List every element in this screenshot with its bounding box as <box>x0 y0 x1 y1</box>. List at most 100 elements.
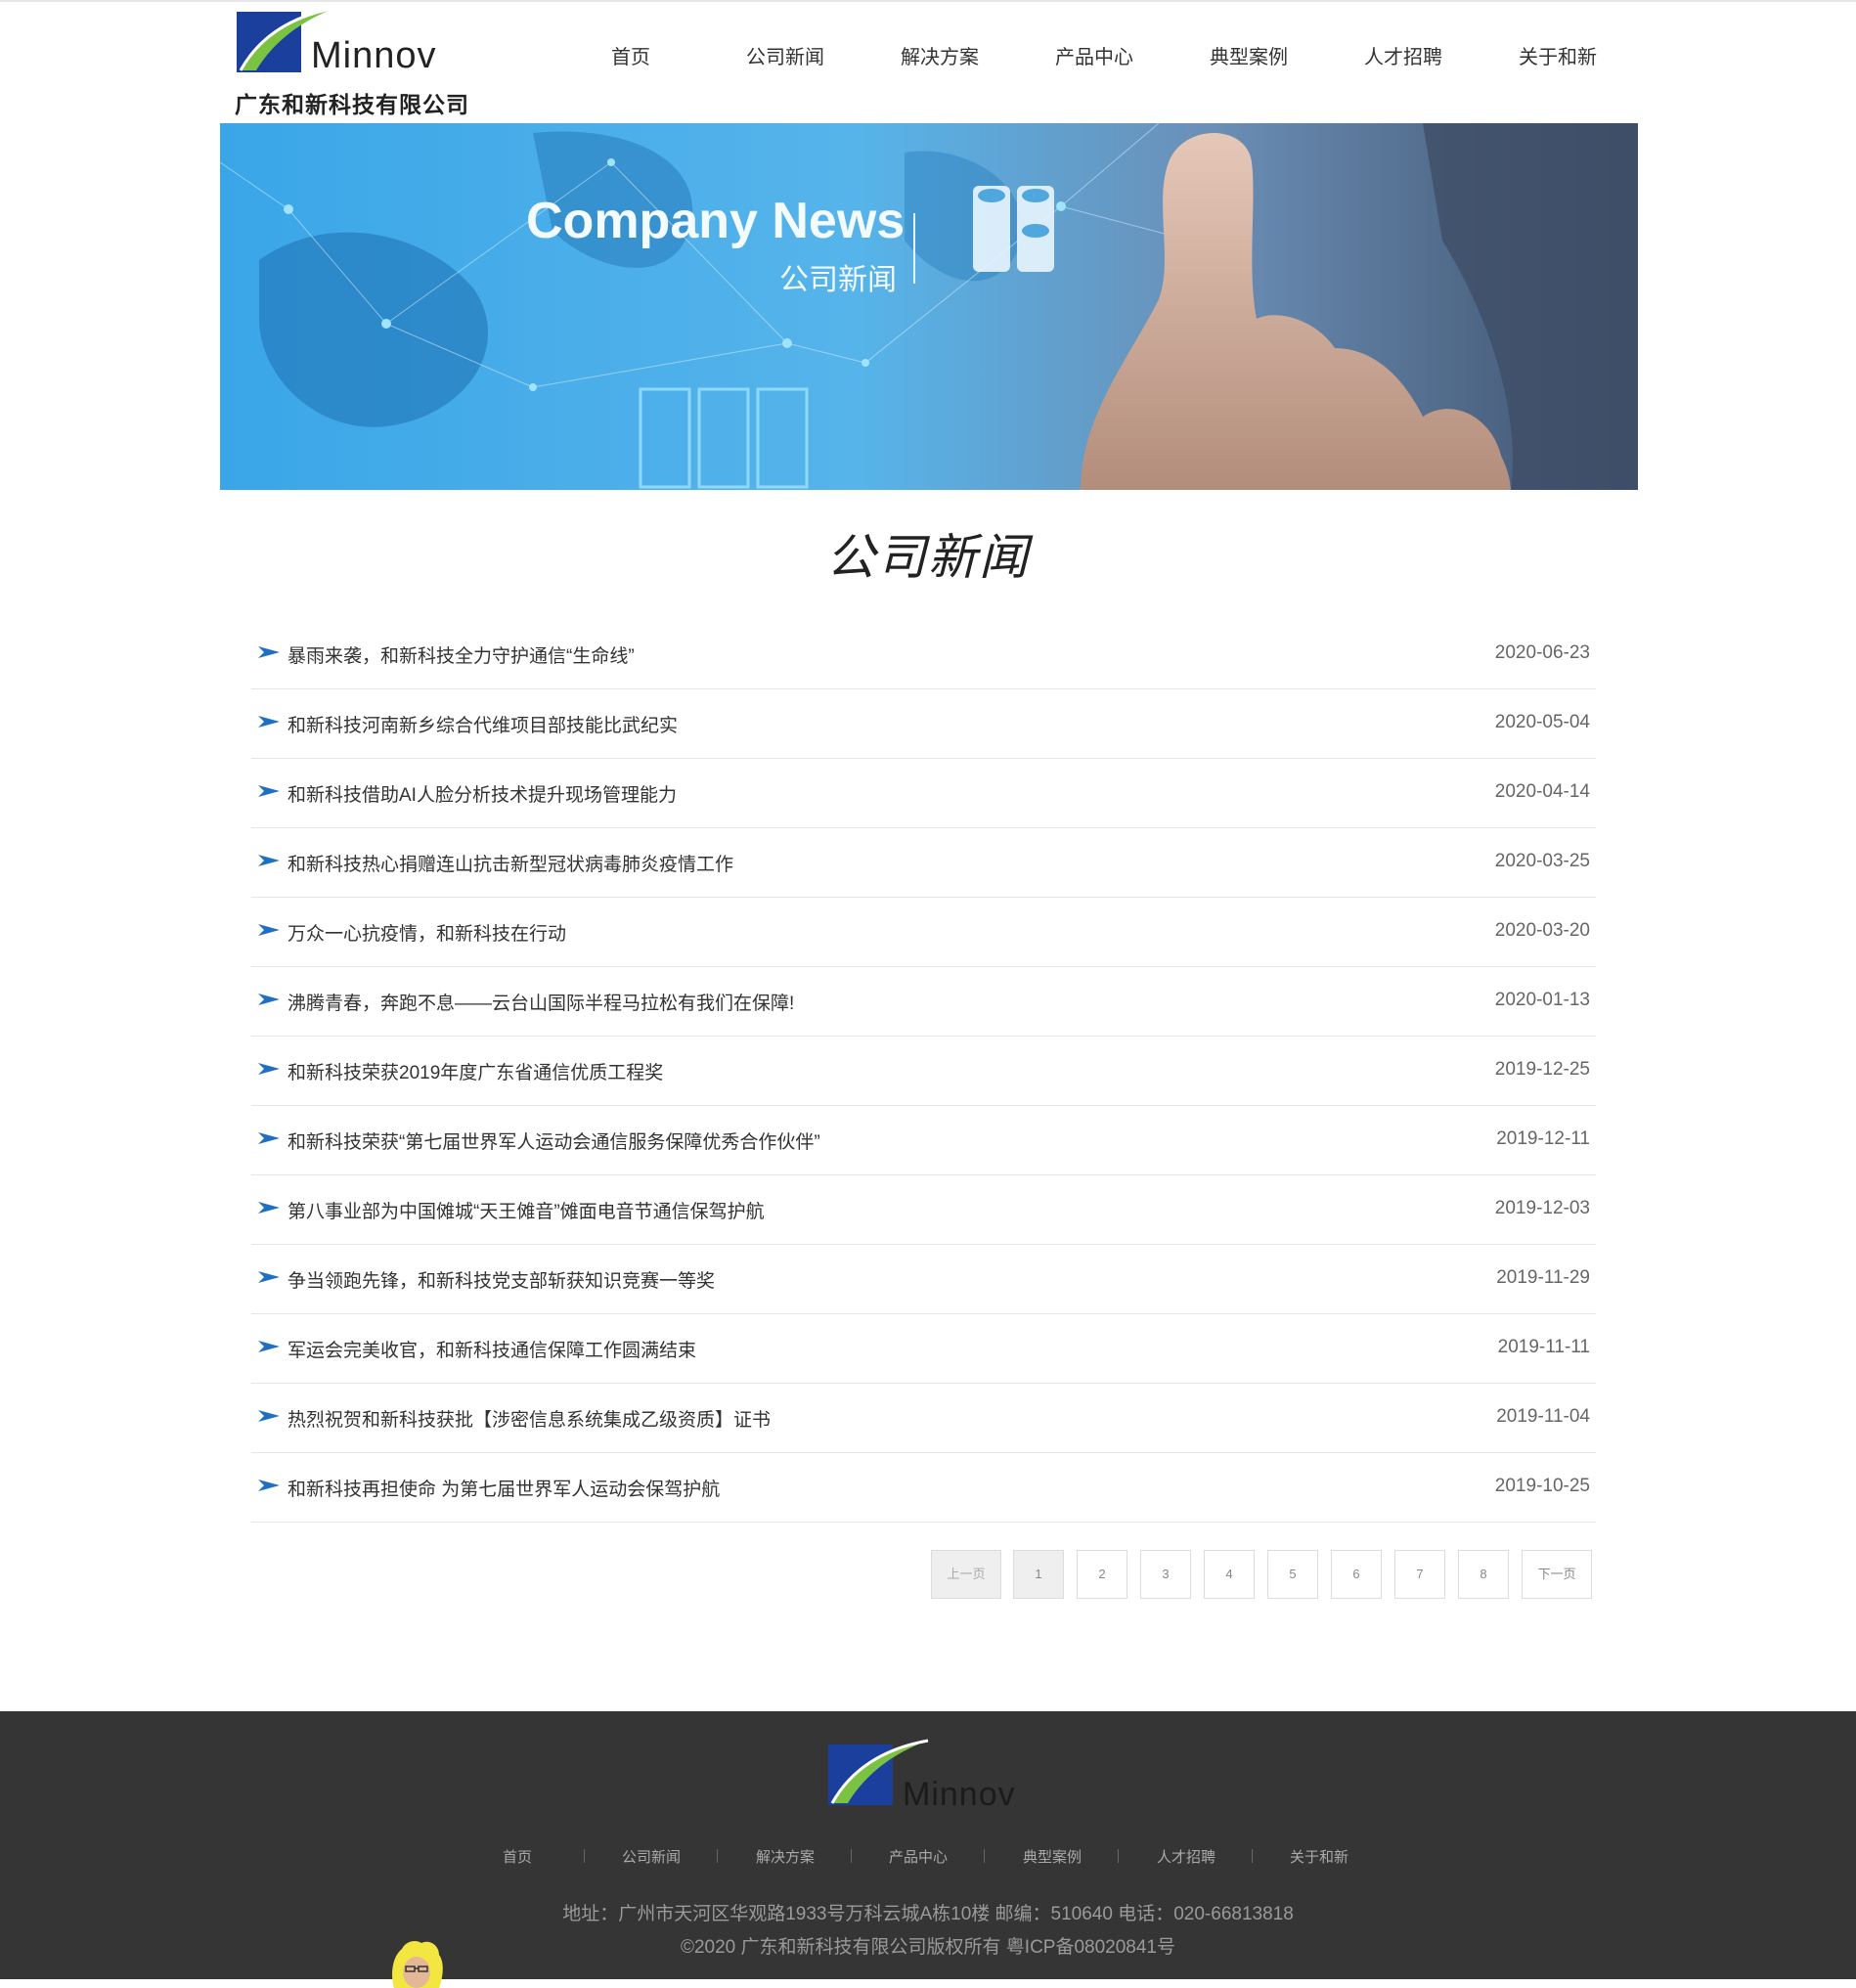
news-date: 2019-12-25 <box>1494 1059 1590 1080</box>
news-title[interactable]: 争当领跑先锋，和新科技党支部斩获知识竞赛一等奖 <box>287 1266 715 1293</box>
news-row[interactable]: 热烈祝贺和新科技获批【涉密信息系统集成乙级资质】证书 2019-11-04 <box>251 1384 1596 1453</box>
footer-logo[interactable]: Minnov <box>826 1739 1022 1813</box>
prev-page-button[interactable]: 上一页 <box>931 1550 1001 1599</box>
news-row[interactable]: 和新科技河南新乡综合代维项目部技能比武纪实 2020-05-04 <box>251 689 1596 759</box>
news-row[interactable]: 第八事业部为中国傩城“天王傩音”傩面电音节通信保驾护航 2019-12-03 <box>251 1175 1596 1245</box>
news-row[interactable]: 沸腾青春，奔跑不息——云台山国际半程马拉松有我们在保障! 2020-01-13 <box>251 967 1596 1037</box>
news-row[interactable]: 和新科技借助AI人脸分析技术提升现场管理能力 2020-04-14 <box>251 759 1596 828</box>
top-border <box>0 0 1856 2</box>
news-title[interactable]: 第八事业部为中国傩城“天王傩音”傩面电音节通信保驾护航 <box>287 1197 765 1223</box>
arrow-bullet-icon <box>258 716 280 728</box>
arrow-bullet-icon <box>258 1063 280 1075</box>
news-date: 2020-03-25 <box>1494 851 1590 871</box>
news-title[interactable]: 沸腾青春，奔跑不息——云台山国际半程马拉松有我们在保障! <box>287 989 794 1015</box>
news-row[interactable]: 军运会完美收官，和新科技通信保障工作圆满结束 2019-11-11 <box>251 1314 1596 1384</box>
footer-nav-divider <box>851 1849 852 1863</box>
site-logo[interactable]: Minnov 广东和新科技有限公司 <box>235 6 479 117</box>
news-date: 2020-03-20 <box>1494 920 1590 941</box>
footer-nav-divider <box>1252 1849 1253 1863</box>
logo-wordmark: Minnov <box>311 35 437 76</box>
footer-nav-divider <box>984 1849 985 1863</box>
main-nav: 首页 公司新闻 解决方案 产品中心 典型案例 人才招聘 关于和新 <box>572 41 1604 80</box>
news-row[interactable]: 和新科技荣获2019年度广东省通信优质工程奖 2019-12-25 <box>251 1037 1596 1106</box>
footer-nav-divider <box>717 1849 718 1863</box>
news-date: 2020-01-13 <box>1494 990 1590 1010</box>
footer-nav-careers[interactable]: 人才招聘 <box>1157 1846 1215 1867</box>
footer-copyright: ©2020 广东和新科技有限公司版权所有 粤ICP备08020841号 <box>680 1937 1176 1958</box>
news-row[interactable]: 和新科技荣获“第七届世界军人运动会通信服务保障优秀合作伙伴” 2019-12-11 <box>251 1106 1596 1175</box>
news-date: 2020-04-14 <box>1494 781 1590 802</box>
footer-nav-solutions[interactable]: 解决方案 <box>756 1846 815 1867</box>
news-date: 2020-06-23 <box>1494 642 1590 663</box>
news-date: 2019-10-25 <box>1494 1476 1590 1496</box>
arrow-bullet-icon <box>258 646 280 658</box>
news-date: 2019-12-11 <box>1496 1128 1590 1149</box>
arrow-bullet-icon <box>258 1271 280 1283</box>
news-row[interactable]: 和新科技热心捐赠连山抗击新型冠状病毒肺炎疫情工作 2020-03-25 <box>251 828 1596 898</box>
banner-title-en: Company News <box>526 193 906 249</box>
news-title[interactable]: 万众一心抗疫情，和新科技在行动 <box>287 919 566 946</box>
news-title[interactable]: 和新科技借助AI人脸分析技术提升现场管理能力 <box>287 780 677 807</box>
news-title[interactable]: 热烈祝贺和新科技获批【涉密信息系统集成乙级资质】证书 <box>287 1405 771 1432</box>
nav-company-news[interactable]: 公司新闻 <box>746 41 824 69</box>
nav-solutions[interactable]: 解决方案 <box>901 41 979 69</box>
news-date: 2019-11-04 <box>1496 1406 1590 1427</box>
banner-title-cn: 公司新闻 <box>779 264 897 296</box>
news-date: 2020-05-04 <box>1494 712 1590 732</box>
footer: Minnov 首页 公司新闻 解决方案 产品中心 典型案例 人才招聘 关于和新 … <box>0 1711 1856 1988</box>
footer-nav-cases[interactable]: 典型案例 <box>1023 1846 1082 1867</box>
news-title[interactable]: 军运会完美收官，和新科技通信保障工作圆满结束 <box>287 1336 696 1362</box>
footer-nav-company-news[interactable]: 公司新闻 <box>622 1846 681 1867</box>
nav-products[interactable]: 产品中心 <box>1055 41 1133 69</box>
page-5-button[interactable]: 5 <box>1267 1550 1318 1599</box>
news-date: 2019-11-29 <box>1496 1267 1590 1288</box>
news-banner: Company News 公司新闻 <box>220 123 1638 490</box>
footer-nav-divider <box>1118 1849 1119 1863</box>
page-8-button[interactable]: 8 <box>1458 1550 1509 1599</box>
page-3-button[interactable]: 3 <box>1140 1550 1191 1599</box>
news-row[interactable]: 和新科技再担使命 为第七届世界军人运动会保驾护航 2019-10-25 <box>251 1453 1596 1523</box>
arrow-bullet-icon <box>258 924 280 936</box>
nav-home[interactable]: 首页 <box>611 41 650 69</box>
news-row[interactable]: 暴雨来袭，和新科技全力守护通信“生命线” 2020-06-23 <box>251 620 1596 689</box>
page-title: 公司新闻 <box>826 530 1030 585</box>
banner-divider <box>913 213 915 284</box>
arrow-bullet-icon <box>258 1132 280 1144</box>
page-1-button[interactable]: 1 <box>1013 1550 1064 1599</box>
news-title[interactable]: 和新科技热心捐赠连山抗击新型冠状病毒肺炎疫情工作 <box>287 850 733 876</box>
news-row[interactable]: 争当领跑先锋，和新科技党支部斩获知识竞赛一等奖 2019-11-29 <box>251 1245 1596 1314</box>
news-title[interactable]: 和新科技荣获“第七届世界军人运动会通信服务保障优秀合作伙伴” <box>287 1127 820 1154</box>
page-4-button[interactable]: 4 <box>1204 1550 1255 1599</box>
footer-logo-wordmark: Minnov <box>903 1776 1016 1813</box>
arrow-bullet-icon <box>258 1480 280 1491</box>
next-page-button[interactable]: 下一页 <box>1522 1550 1592 1599</box>
page-2-button[interactable]: 2 <box>1077 1550 1127 1599</box>
banner-image <box>220 123 1638 490</box>
footer-address: 地址：广州市天河区华观路1933号万科云城A栋10楼 邮编：510640 电话：… <box>562 1904 1294 1924</box>
footer-nav-home[interactable]: 首页 <box>503 1846 532 1867</box>
nav-careers[interactable]: 人才招聘 <box>1364 41 1442 69</box>
news-title[interactable]: 暴雨来袭，和新科技全力守护通信“生命线” <box>287 641 635 668</box>
page-7-button[interactable]: 7 <box>1394 1550 1445 1599</box>
chat-avatar-icon[interactable] <box>386 1939 447 1988</box>
page-6-button[interactable]: 6 <box>1331 1550 1382 1599</box>
arrow-bullet-icon <box>258 785 280 797</box>
nav-cases[interactable]: 典型案例 <box>1210 41 1288 69</box>
news-row[interactable]: 万众一心抗疫情，和新科技在行动 2020-03-20 <box>251 898 1596 967</box>
news-title[interactable]: 和新科技荣获2019年度广东省通信优质工程奖 <box>287 1058 663 1084</box>
news-title[interactable]: 和新科技河南新乡综合代维项目部技能比武纪实 <box>287 711 678 737</box>
footer-nav-about[interactable]: 关于和新 <box>1290 1846 1348 1867</box>
news-date: 2019-11-11 <box>1497 1337 1590 1357</box>
arrow-bullet-icon <box>258 1341 280 1352</box>
arrow-bullet-icon <box>258 1202 280 1214</box>
company-name: 广东和新科技有限公司 <box>235 92 469 117</box>
footer-nav: 首页 公司新闻 解决方案 产品中心 典型案例 人才招聘 关于和新 <box>486 1846 1366 1866</box>
footer-nav-products[interactable]: 产品中心 <box>889 1846 948 1867</box>
news-title[interactable]: 和新科技再担使命 为第七届世界军人运动会保驾护航 <box>287 1475 720 1501</box>
news-list: 暴雨来袭，和新科技全力守护通信“生命线” 2020-06-23 和新科技河南新乡综合… <box>251 620 1596 1523</box>
news-date: 2019-12-03 <box>1494 1198 1590 1218</box>
arrow-bullet-icon <box>258 1410 280 1422</box>
nav-about[interactable]: 关于和新 <box>1519 41 1597 69</box>
footer-nav-divider <box>584 1849 585 1863</box>
arrow-bullet-icon <box>258 994 280 1005</box>
